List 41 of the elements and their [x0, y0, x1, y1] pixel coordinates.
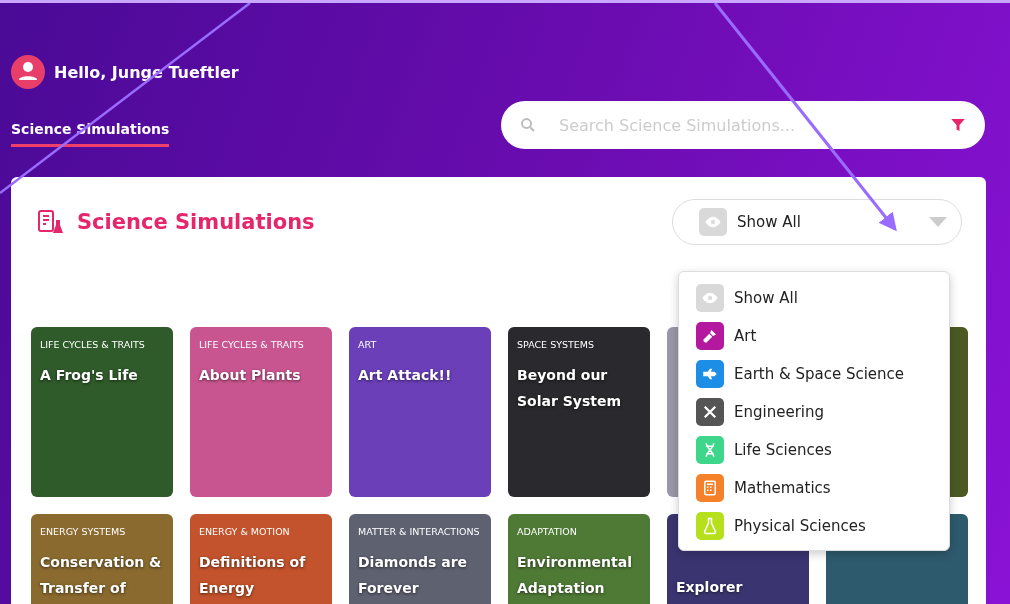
card-title: Beyond our Solar System — [517, 366, 623, 411]
dropdown-option[interactable]: Mathematics — [696, 474, 949, 502]
card-category: LIFE CYCLES & TRAITS — [199, 339, 305, 350]
card-category: ART — [358, 339, 378, 350]
card-title: Definitions of Energy — [199, 553, 307, 598]
simulation-card[interactable]: MATTER & INTERACTIONS Diamonds are Forever — [349, 514, 491, 604]
card-category: SPACE SYSTEMS — [517, 339, 596, 350]
card-title: Conservation & Transfer of — [40, 553, 163, 598]
card-category: ENERGY SYSTEMS — [40, 526, 127, 537]
dropdown-option[interactable]: Art — [696, 322, 949, 350]
simulation-card[interactable]: SPACE SYSTEMS Beyond our Solar System — [508, 327, 650, 497]
nav-tab[interactable]: Science Simulations — [11, 121, 170, 147]
simulation-card[interactable]: LIFE CYCLES & TRAITS About Plants — [190, 327, 332, 497]
card-title: Diamonds are Forever — [358, 553, 469, 598]
simulation-card[interactable]: ENERGY & MOTION Definitions of Energy — [190, 514, 332, 604]
user-avatar-icon — [11, 55, 45, 89]
card-title: About Plants — [199, 366, 302, 385]
simulation-card[interactable]: ENERGY SYSTEMS Conservation & Transfer of — [31, 514, 173, 604]
dropdown-option[interactable]: Earth & Space Science — [696, 360, 949, 388]
simulation-card[interactable]: ART Art Attack!! — [349, 327, 491, 497]
card-title: A Frog's Life — [40, 366, 139, 385]
card-category: ADAPTATION — [517, 526, 578, 537]
panel-title: Science Simulations — [77, 210, 315, 234]
simulation-card[interactable]: LIFE CYCLES & TRAITS A Frog's Life — [31, 327, 173, 497]
card-title: Art Attack!! — [358, 366, 453, 385]
lab-flask-icon — [37, 208, 65, 236]
greeting-text: Hello, Junge Tueftler — [54, 62, 239, 82]
simulation-card[interactable]: ADAPTATION Environmental Adaptation — [508, 514, 650, 604]
dropdown-option[interactable]: Show All — [696, 284, 949, 312]
filter-icon[interactable] — [949, 116, 967, 134]
search-icon — [519, 116, 537, 134]
card-title: Environmental Adaptation — [517, 553, 633, 598]
eye-icon — [699, 208, 727, 236]
dropdown-option[interactable]: Life Sciences — [696, 436, 949, 464]
card-category: LIFE CYCLES & TRAITS — [40, 339, 146, 350]
card-category: ENERGY & MOTION — [199, 526, 291, 537]
caret-icon — [929, 217, 947, 227]
category-dropdown[interactable]: Show All — [672, 199, 962, 245]
card-category: MATTER & INTERACTIONS — [358, 526, 481, 537]
card-title: Explorer — [676, 578, 744, 597]
dropdown-option[interactable]: Engineering — [696, 398, 949, 426]
